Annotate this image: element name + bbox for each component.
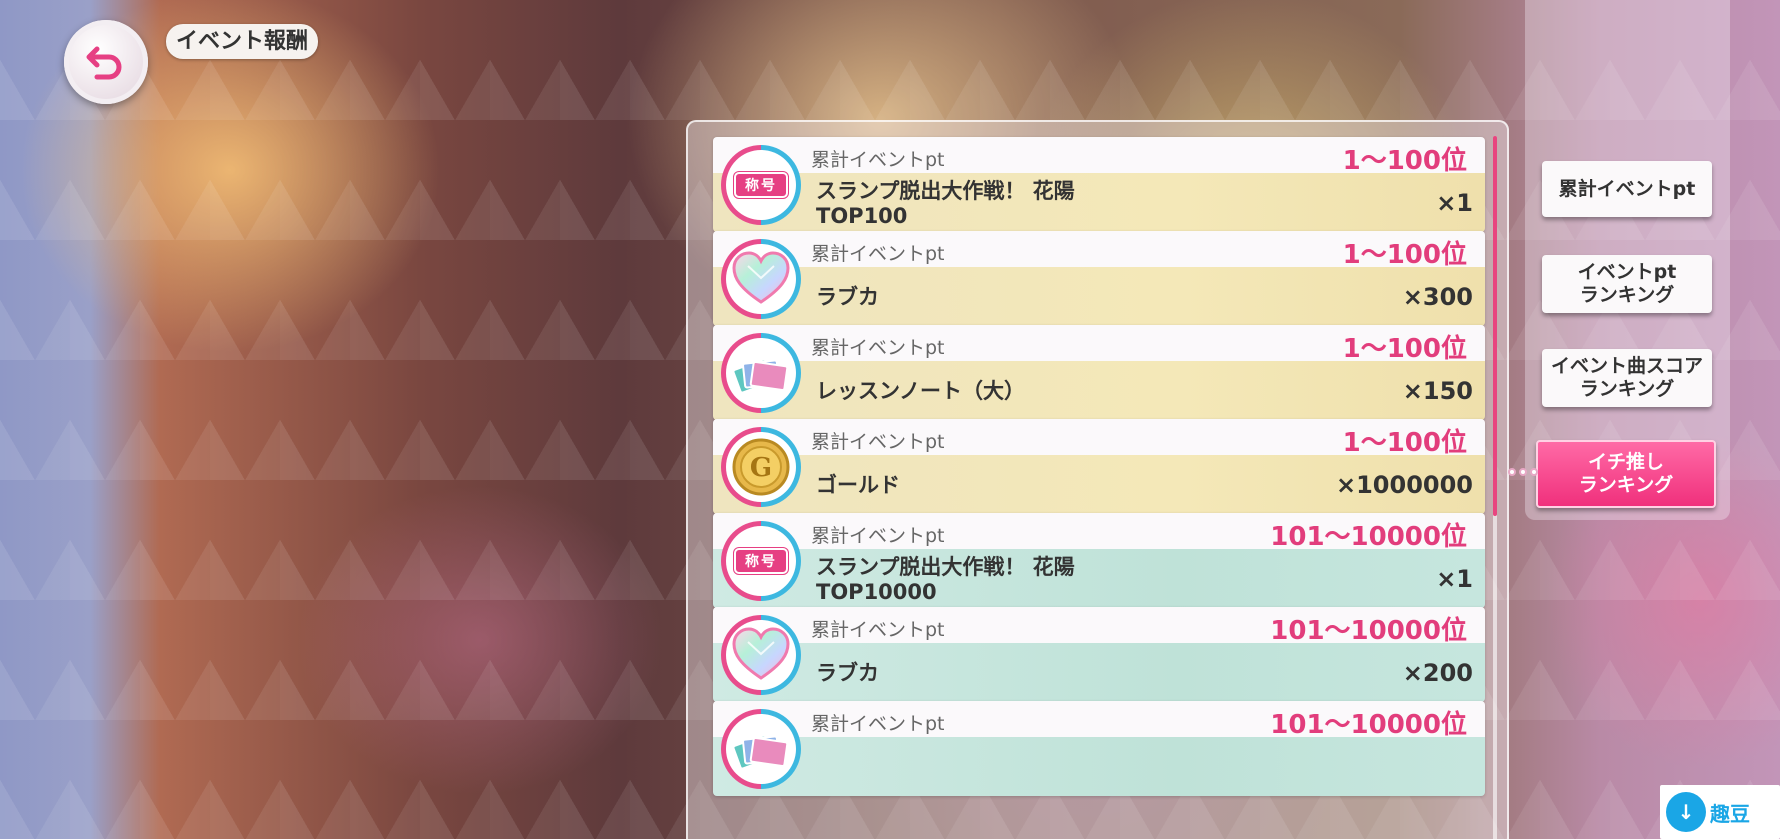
reward-name-line1: ラブカ [816, 285, 879, 309]
reward-rank-range: 1～100位 [1342, 146, 1467, 176]
reward-name: レッスンノート（大） [816, 367, 1325, 416]
ranking-tab-label: イベントpt [1577, 261, 1677, 283]
ranking-tab-label: イチ推し [1587, 451, 1664, 473]
active-tab-indicator [1508, 468, 1538, 476]
reward-name-line2: TOP10000 [816, 579, 937, 604]
reward-name-line1: レッスンノート（大） [816, 379, 1025, 403]
svg-text:G: G [750, 453, 772, 483]
reward-name: ラブカ [816, 273, 1325, 322]
reward-name-line1: スランプ脱出大作戦！ 花陽 [816, 554, 1075, 579]
love-gem-heart-icon [721, 239, 801, 319]
reward-name: スランプ脱出大作戦！ 花陽 TOP100 [816, 179, 1325, 228]
ranking-tab-label-line2: ランキング [1579, 378, 1675, 400]
reward-quantity: ×300 [1402, 282, 1473, 311]
reward-row[interactable]: 累計イベントpt 1～100位ラブカ ×300 [713, 231, 1485, 326]
title-badge-icon: 称号 [721, 145, 801, 225]
reward-name: ゴールド [816, 461, 1325, 510]
title-badge-icon: 称号 [721, 521, 801, 601]
reward-quantity: ×150 [1402, 376, 1473, 405]
reward-row[interactable]: 累計イベントpt 101～10000位 [713, 701, 1485, 796]
ranking-tab-2[interactable]: イベントpt ランキング [1542, 255, 1712, 313]
reward-row[interactable]: 称号 累計イベントpt 1～100位 スランプ脱出大作戦！ 花陽 TOP100 ×1 [713, 137, 1485, 232]
reward-rank-range: 101～10000位 [1270, 710, 1467, 740]
reward-name: ラブカ [816, 649, 1325, 698]
reward-rank-range: 1～100位 [1342, 240, 1467, 270]
ranking-tab-label: イベント曲スコア [1550, 355, 1703, 377]
back-arrow-icon [86, 46, 122, 80]
reward-name-line1: ラブカ [816, 661, 879, 685]
reward-rank-range: 101～10000位 [1270, 522, 1467, 552]
download-icon: ↓ [1666, 792, 1706, 832]
reward-name: スランプ脱出大作戦！ 花陽 TOP10000 [816, 555, 1325, 604]
reward-quantity: ×1 [1436, 564, 1473, 593]
reward-name-line2: TOP100 [816, 203, 908, 228]
ranking-tab-label-line2: ランキング [1579, 284, 1675, 306]
love-gem-heart-icon [721, 615, 801, 695]
ranking-tab-label-line2: ランキング [1578, 474, 1674, 496]
title-badge-label: 称号 [734, 548, 788, 574]
reward-rank-range: 101～10000位 [1270, 616, 1467, 646]
scrollbar-thumb[interactable] [1493, 136, 1497, 516]
lesson-note-icon [721, 709, 801, 789]
watermark-logo: ↓ 趣豆 [1660, 785, 1780, 839]
reward-category: 累計イベントpt [811, 713, 945, 735]
gold-coin-icon: G [721, 427, 801, 507]
reward-quantity: ×200 [1402, 658, 1473, 687]
reward-category: 累計イベントpt [811, 337, 945, 359]
ranking-tab-3[interactable]: イベント曲スコア ランキング [1542, 349, 1712, 407]
reward-name [816, 743, 1325, 792]
reward-rank-range: 1～100位 [1342, 334, 1467, 364]
title-badge-label: 称号 [734, 172, 788, 198]
reward-category: 累計イベントpt [811, 243, 945, 265]
reward-row[interactable]: 称号 累計イベントpt 101～10000位 スランプ脱出大作戦！ 花陽 TOP1000… [713, 513, 1485, 608]
scrollbar[interactable] [1493, 136, 1497, 839]
reward-quantity: ×1000000 [1335, 470, 1473, 499]
reward-category: 累計イベントpt [811, 149, 945, 171]
ranking-tab-1[interactable]: 累計イベントpt [1542, 161, 1712, 217]
reward-name-line1: スランプ脱出大作戦！ 花陽 [816, 178, 1075, 203]
ranking-tab-4[interactable]: イチ推し ランキング [1536, 440, 1716, 508]
page-title: イベント報酬 [166, 24, 319, 59]
watermark-text: 趣豆 [1710, 801, 1750, 826]
reward-rank-range: 1～100位 [1342, 428, 1467, 458]
reward-row[interactable]: 累計イベントpt 101～10000位ラブカ ×200 [713, 607, 1485, 702]
back-button[interactable] [64, 20, 148, 104]
reward-row[interactable]: 累計イベントpt 1～100位レッスンノート（大） ×150 [713, 325, 1485, 420]
reward-quantity: ×1 [1436, 188, 1473, 217]
reward-row[interactable]: G 累計イベントpt 1～100位ゴールド ×1000000 [713, 419, 1485, 514]
reward-category: 累計イベントpt [811, 525, 945, 547]
ranking-tab-label: 累計イベントpt [1558, 177, 1696, 200]
lesson-note-icon [721, 333, 801, 413]
reward-name-line1: ゴールド [816, 473, 900, 497]
reward-category: 累計イベントpt [811, 431, 945, 453]
reward-list-panel[interactable]: 称号 累計イベントpt 1～100位 スランプ脱出大作戦！ 花陽 TOP100 ×1 累計イ… [686, 120, 1509, 839]
reward-category: 累計イベントpt [811, 619, 945, 641]
